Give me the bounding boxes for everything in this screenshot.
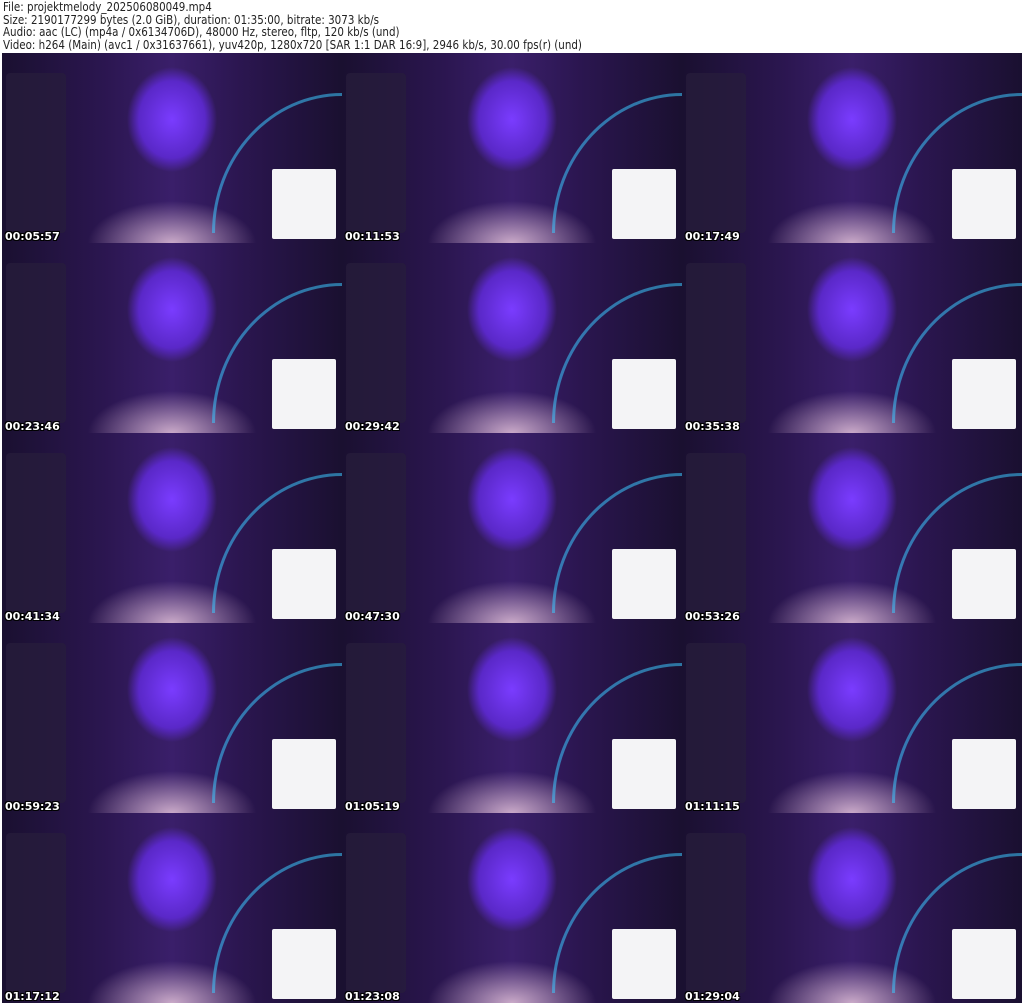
neon-ring-decoration (212, 283, 342, 423)
video-thumbnail: 00:47:30 (342, 433, 682, 623)
video-thumbnail: 01:05:19 (342, 623, 682, 813)
neon-ring-decoration (212, 663, 342, 803)
thumbnail-timestamp: 01:11:15 (685, 800, 740, 813)
thumbnail-timestamp: 01:23:08 (345, 990, 400, 1003)
thumbnail-timestamp: 00:41:34 (5, 610, 60, 623)
file-name: File: projektmelody_202506080049.mp4 (3, 0, 212, 14)
neon-ring-decoration (552, 853, 682, 993)
neon-ring-decoration (552, 473, 682, 613)
neon-ring-decoration (892, 853, 1022, 993)
video-thumbnail: 00:23:46 (2, 243, 342, 433)
video-thumbnail: 00:11:53 (342, 53, 682, 243)
video-thumbnail: 01:17:12 (2, 813, 342, 1003)
neon-ring-decoration (212, 93, 342, 233)
video-thumbnail: 00:29:42 (342, 243, 682, 433)
video-thumbnail: 00:59:23 (2, 623, 342, 813)
neon-ring-decoration (552, 93, 682, 233)
thumbnail-timestamp: 01:05:19 (345, 800, 400, 813)
neon-ring-decoration (552, 663, 682, 803)
video-thumbnail: 01:11:15 (682, 623, 1022, 813)
neon-ring-decoration (892, 473, 1022, 613)
video-info: Video: h264 (Main) (avc1 / 0x31637661), … (3, 37, 582, 52)
video-thumbnail: 00:17:49 (682, 53, 1022, 243)
thumbnail-timestamp: 00:47:30 (345, 610, 400, 623)
video-thumbnail: 00:53:26 (682, 433, 1022, 623)
thumbnail-timestamp: 00:59:23 (5, 800, 60, 813)
video-thumbnail: 00:35:38 (682, 243, 1022, 433)
video-thumbnail: 01:23:08 (342, 813, 682, 1003)
neon-ring-decoration (892, 663, 1022, 803)
thumbnail-timestamp: 00:05:57 (5, 230, 60, 243)
video-thumbnail: 00:41:34 (2, 433, 342, 623)
thumbnail-timestamp: 01:29:04 (685, 990, 740, 1003)
thumbnail-timestamp: 00:17:49 (685, 230, 740, 243)
thumbnail-timestamp: 00:29:42 (345, 420, 400, 433)
thumbnail-timestamp: 01:17:12 (5, 990, 60, 1003)
neon-ring-decoration (552, 283, 682, 423)
neon-ring-decoration (212, 853, 342, 993)
neon-ring-decoration (892, 283, 1022, 423)
audio-info: Audio: aac (LC) (mp4a / 0x6134706D), 480… (3, 25, 400, 40)
thumbnail-timestamp: 00:11:53 (345, 230, 400, 243)
video-thumbnail: 01:29:04 (682, 813, 1022, 1003)
thumbnail-timestamp: 00:53:26 (685, 610, 740, 623)
file-info-header: File: projektmelody_202506080049.mp4 Siz… (3, 1, 582, 51)
thumbnail-timestamp: 00:23:46 (5, 420, 60, 433)
neon-ring-decoration (212, 473, 342, 613)
thumbnail-timestamp: 00:35:38 (685, 420, 740, 433)
thumbnail-grid: 00:05:57 00:11:53 00:17:49 00:23:46 00:29:42… (2, 53, 1022, 1003)
neon-ring-decoration (892, 93, 1022, 233)
video-thumbnail: 00:05:57 (2, 53, 342, 243)
